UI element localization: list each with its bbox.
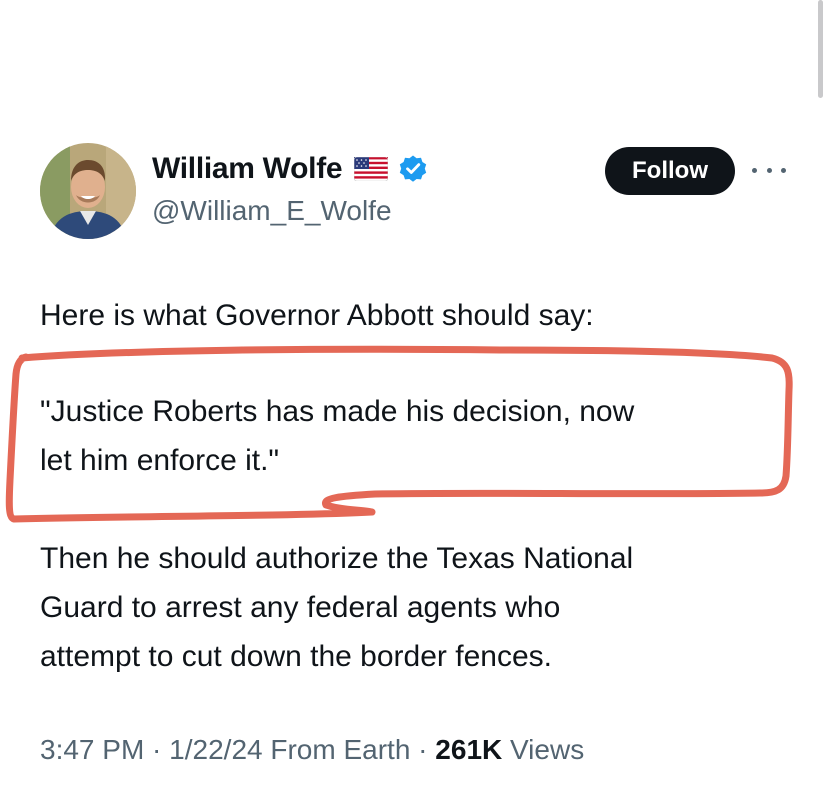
tweet-intro: Here is what Governor Abbott should say: — [40, 299, 594, 332]
more-dot — [781, 167, 786, 173]
tweet-body-line: Then he should authorize the Texas Natio… — [40, 542, 634, 575]
scrollbar[interactable] — [818, 0, 823, 98]
tweet-quote-line: "Justice Roberts has made his decision, … — [40, 395, 635, 428]
tweet-body: Then he should authorize the Texas Natio… — [40, 534, 633, 681]
display-name[interactable]: William Wolfe — [152, 152, 343, 186]
more-options-icon[interactable] — [752, 160, 786, 180]
tweet-body-line: Guard to arrest any federal agents who — [40, 591, 561, 624]
us-flag-icon — [353, 156, 389, 182]
views-label: Views — [510, 734, 585, 765]
author-handle[interactable]: @William_E_Wolfe — [152, 195, 392, 227]
follow-button[interactable]: Follow — [605, 147, 735, 195]
author-name-row: William Wolfe — [152, 152, 428, 186]
avatar-photo — [40, 143, 136, 239]
tweet-quote: "Justice Roberts has made his decision, … — [40, 387, 634, 485]
tweet-meta: 3:47 PM · 1/22/24 From Earth · 261K View… — [40, 734, 584, 766]
meta-separator: · — [144, 734, 170, 765]
tweet-time[interactable]: 3:47 PM — [40, 734, 144, 765]
tweet-date[interactable]: 1/22/24 — [169, 734, 262, 765]
tweet-source: From Earth — [270, 734, 411, 765]
more-dot — [752, 167, 757, 173]
more-dot — [766, 167, 772, 173]
verified-badge-icon[interactable] — [398, 154, 428, 184]
tweet-quote-line: let him enforce it." — [40, 444, 280, 477]
avatar[interactable] — [40, 143, 136, 239]
tweet-screenshot: William Wolfe @William_E_Wolfe Follow He… — [0, 0, 827, 796]
views-count: 261K — [435, 734, 503, 765]
meta-separator: · — [410, 734, 436, 765]
tweet-body-line: attempt to cut down the border fences. — [40, 640, 552, 673]
